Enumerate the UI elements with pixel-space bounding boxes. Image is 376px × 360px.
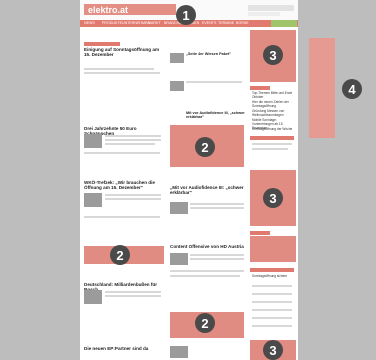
nav-item-markt[interactable]: MARKT <box>148 21 161 25</box>
sidebar-item[interactable]: Hier die neuen Zahlen der Sonntagsöffnun… <box>252 100 296 108</box>
nav-item-news[interactable]: NEWS <box>84 21 95 25</box>
article-title[interactable]: WKÖ-Trefzek: „Wir brauchen die Öffnung a… <box>84 180 164 191</box>
sidebar-text <box>252 301 292 303</box>
sidebar-text <box>252 325 292 327</box>
search-box[interactable] <box>248 5 294 11</box>
article-excerpt <box>105 139 161 141</box>
article-thumbnail[interactable] <box>84 290 102 304</box>
sidebar-heading <box>250 268 294 272</box>
nav-item-boerse[interactable]: BÖRSE <box>236 21 249 25</box>
nav-item-produkte[interactable]: PRODUKTE <box>102 21 122 25</box>
article-title[interactable]: Mit vor Audiofidence III, „schwer erklär… <box>186 111 246 120</box>
article-excerpt <box>84 216 160 218</box>
ad-slot-3[interactable] <box>250 236 296 262</box>
nav-item-events[interactable]: EVENTS <box>202 21 216 25</box>
article-excerpt <box>84 152 160 154</box>
sidebar-text <box>252 293 292 295</box>
article-excerpt <box>105 143 155 145</box>
nav-item-termine[interactable]: TERMINE <box>218 21 234 25</box>
article-title[interactable]: Content Offensive von HD Austria <box>170 244 244 249</box>
sidebar-text <box>252 148 288 150</box>
article-title[interactable]: Die neuen EP:Partner sind da <box>84 346 164 351</box>
article-meta <box>84 68 154 70</box>
marker-3: 3 <box>263 340 283 360</box>
logo-text: elektro.at <box>88 5 129 15</box>
marker-2: 2 <box>110 245 130 265</box>
marker-3: 3 <box>263 188 283 208</box>
article-title[interactable]: „Seite 4er Wiesen Paket" <box>186 52 246 56</box>
article-excerpt <box>84 72 160 74</box>
article-thumbnail[interactable] <box>84 134 102 148</box>
article-thumbnail[interactable] <box>170 202 188 214</box>
marker-2: 2 <box>195 313 215 333</box>
article-excerpt <box>105 198 161 200</box>
sidebar-link[interactable]: Sonntagsöffnung der Woche <box>252 127 296 131</box>
marker-3: 3 <box>263 45 283 65</box>
article-title[interactable]: „Mit vor Audiofidence III: „schwer erklä… <box>170 185 244 196</box>
sidebar-item[interactable]: Top-Themen Mitte und Ende Oktober <box>252 91 296 99</box>
marker-4: 4 <box>342 79 362 99</box>
sidebar-heading <box>250 231 270 235</box>
marker-1: 1 <box>176 5 196 25</box>
sidebar-text <box>252 285 292 287</box>
logo[interactable]: elektro.at <box>84 4 176 15</box>
article-excerpt <box>190 203 244 205</box>
article-thumbnail[interactable] <box>170 53 184 63</box>
sidebar-text <box>252 309 292 311</box>
article-thumbnail[interactable] <box>170 346 188 358</box>
article-excerpt <box>170 275 240 277</box>
article-excerpt <box>186 81 242 83</box>
article-thumbnail[interactable] <box>170 253 188 265</box>
article-excerpt <box>190 258 244 260</box>
newsletter-button[interactable] <box>271 20 297 27</box>
article-excerpt <box>105 295 161 297</box>
sidebar-heading <box>250 86 270 90</box>
sidebar-text <box>252 317 292 319</box>
article-excerpt <box>105 291 161 293</box>
header-links[interactable] <box>248 12 280 16</box>
article-excerpt <box>170 270 244 272</box>
article-excerpt <box>190 207 244 209</box>
sidebar-text <box>252 143 292 145</box>
article-thumbnail[interactable] <box>84 193 102 207</box>
category-tag[interactable] <box>84 42 120 46</box>
skyscraper-ad[interactable] <box>309 38 335 138</box>
article-excerpt <box>190 254 244 256</box>
sidebar-link[interactable]: Sonntagsöffnung sichern <box>252 274 296 278</box>
article-thumbnail[interactable] <box>170 81 184 91</box>
article-excerpt <box>105 194 161 196</box>
marker-2: 2 <box>195 137 215 157</box>
sidebar-heading <box>250 136 294 140</box>
sidebar-item[interactable]: Gründung Messen von Weihnachtssonntagen <box>252 109 296 117</box>
article-title[interactable]: Einigung auf Sonntagsöffnung am 15. Deze… <box>84 47 164 58</box>
nav-item-unternehmen[interactable]: UNTERNEHMEN <box>122 21 150 25</box>
article-excerpt <box>105 135 161 137</box>
